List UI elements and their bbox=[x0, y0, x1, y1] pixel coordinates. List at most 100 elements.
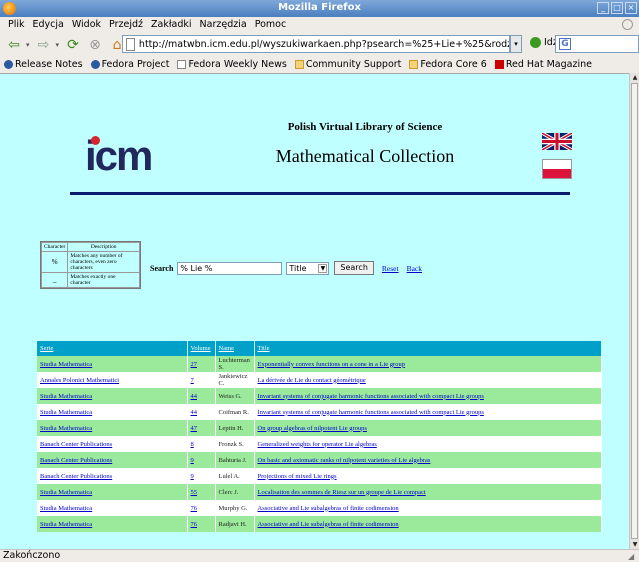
serie-link[interactable]: Studia Mathematica bbox=[40, 425, 92, 432]
fedora-icon bbox=[90, 60, 100, 69]
reset-link[interactable]: Reset bbox=[382, 264, 399, 273]
title-link[interactable]: La dérivée de Lie du contact géométrique bbox=[258, 377, 366, 384]
bookmark-fedora-project[interactable]: Fedora Project bbox=[90, 59, 169, 70]
search-field-select[interactable]: Title ▼ bbox=[286, 261, 330, 275]
url-bar[interactable]: http://matwbn.icm.edu.pl/wyszukiwarkaen.… bbox=[122, 35, 510, 53]
scroll-down-icon[interactable]: ▼ bbox=[630, 540, 639, 549]
menu-view[interactable]: Widok bbox=[68, 17, 105, 33]
go-button[interactable]: Idź bbox=[530, 37, 558, 48]
table-cell: Banach Center Publications bbox=[37, 468, 188, 484]
back-link[interactable]: Back bbox=[407, 264, 422, 273]
bookmark-community-support[interactable]: Community Support bbox=[294, 59, 401, 70]
volume-link[interactable]: 44 bbox=[191, 409, 198, 416]
table-cell: Leptin H. bbox=[215, 420, 255, 436]
serie-link[interactable]: Banach Center Publications bbox=[40, 441, 112, 448]
column-header-volume[interactable]: Volume bbox=[187, 341, 216, 356]
scrollbar-thumb[interactable] bbox=[631, 83, 638, 539]
resize-grip-icon[interactable]: ◢ bbox=[628, 552, 637, 561]
table-cell: Associative and Lie subalgebras of finit… bbox=[254, 500, 602, 516]
column-header-title[interactable]: Title bbox=[254, 341, 602, 356]
table-cell: Clerc J. bbox=[215, 484, 255, 500]
table-row: Banach Center Publications 9 Bahturia J. On… bbox=[37, 452, 602, 468]
menu-tools[interactable]: Narzędzia bbox=[196, 17, 251, 33]
serie-link[interactable]: Studia Mathematica bbox=[40, 361, 92, 368]
serie-link[interactable]: Banach Center Publications bbox=[40, 457, 112, 464]
menu-go[interactable]: Przejdź bbox=[105, 17, 147, 33]
english-flag-icon[interactable] bbox=[542, 133, 572, 150]
go-icon bbox=[530, 37, 541, 48]
title-link[interactable]: Localisation des sommes de Riesz sur un … bbox=[258, 489, 426, 496]
column-header-name[interactable]: Name bbox=[215, 341, 255, 356]
table-cell: Jankiewicz C. bbox=[215, 372, 255, 388]
title-link[interactable]: Invariant systems of conjugate harmonic … bbox=[258, 393, 484, 400]
table-cell: Fronzk S. bbox=[215, 436, 255, 452]
table-cell: Bahturia J. bbox=[215, 452, 255, 468]
title-link[interactable]: Generalized weights for operator Lie alg… bbox=[258, 441, 377, 448]
menu-bookmarks[interactable]: Zakładki bbox=[147, 17, 196, 33]
bookmark-fedora-core-6[interactable]: Fedora Core 6 bbox=[409, 59, 487, 70]
menu-edit[interactable]: Edycja bbox=[29, 17, 68, 33]
volume-link[interactable]: 55 bbox=[191, 489, 198, 496]
page-icon bbox=[126, 37, 135, 51]
volume-link[interactable]: 9 bbox=[191, 457, 194, 464]
vertical-scrollbar[interactable]: ▲ ▼ bbox=[629, 73, 639, 549]
scroll-up-icon[interactable]: ▲ bbox=[630, 73, 639, 82]
minimize-button[interactable]: _ bbox=[597, 2, 609, 14]
title-link[interactable]: On group algebras of nilpotent Lie group… bbox=[258, 425, 367, 432]
polish-flag-icon[interactable] bbox=[542, 159, 572, 179]
menu-file[interactable]: Plik bbox=[4, 17, 29, 33]
volume-link[interactable]: 27 bbox=[191, 361, 198, 368]
search-button[interactable]: Search bbox=[334, 261, 374, 275]
serie-link[interactable]: Banach Center Publications bbox=[40, 473, 112, 480]
back-button[interactable]: ⇦ bbox=[4, 35, 24, 55]
search-input[interactable]: % Lie % bbox=[177, 261, 283, 275]
volume-link[interactable]: 76 bbox=[191, 505, 198, 512]
author-name: Weiss G. bbox=[218, 392, 242, 400]
stop-button[interactable]: ⊗ bbox=[85, 35, 105, 55]
title-link[interactable]: Exponentially convex functions on a cone… bbox=[258, 361, 405, 368]
table-row: Studia Mathematica 44 Weiss G. Invariant sy… bbox=[37, 388, 602, 404]
reload-button[interactable]: ⟳ bbox=[63, 35, 83, 55]
volume-link[interactable]: 7 bbox=[191, 377, 194, 384]
title-link[interactable]: Associative and Lie subalgebras of finit… bbox=[258, 505, 399, 512]
maximize-button[interactable]: □ bbox=[611, 2, 623, 14]
search-label: Search bbox=[150, 263, 174, 273]
legend-char: % bbox=[40, 251, 69, 273]
web-search-input[interactable]: G bbox=[555, 35, 639, 53]
volume-link[interactable]: 47 bbox=[191, 425, 198, 432]
icm-logo: icm bbox=[85, 132, 153, 179]
volume-link[interactable]: 8 bbox=[191, 441, 194, 448]
forward-button[interactable]: ⇨ bbox=[34, 35, 54, 55]
table-cell: Studia Mathematica bbox=[37, 404, 188, 420]
close-button[interactable]: × bbox=[625, 2, 637, 14]
table-cell: Luchterman S. bbox=[215, 356, 255, 372]
serie-link[interactable]: Studia Mathematica bbox=[40, 409, 92, 416]
bookmark-release-notes[interactable]: Release Notes bbox=[4, 59, 83, 70]
serie-link[interactable]: Studia Mathematica bbox=[40, 521, 92, 528]
table-cell: 7 bbox=[187, 372, 216, 388]
serie-link[interactable]: Studia Mathematica bbox=[40, 393, 92, 400]
title-link[interactable]: On basic and axiomatic ranks of nilpoten… bbox=[258, 457, 431, 464]
menu-help[interactable]: Pomoc bbox=[251, 17, 291, 33]
volume-link[interactable]: 44 bbox=[191, 393, 198, 400]
serie-link[interactable]: Annales Polonici Mathematici bbox=[40, 377, 119, 384]
serie-link[interactable]: Studia Mathematica bbox=[40, 505, 92, 512]
title-link[interactable]: Invariant systems of conjugate harmonic … bbox=[258, 409, 484, 416]
serie-link[interactable]: Studia Mathematica bbox=[40, 489, 92, 496]
column-header-serie[interactable]: Serie bbox=[37, 341, 188, 356]
bookmark-fedora-weekly-news[interactable]: Fedora Weekly News bbox=[177, 59, 287, 70]
bookmark-red-hat-magazine[interactable]: Red Hat Magazine bbox=[494, 59, 592, 70]
volume-link[interactable]: 76 bbox=[191, 521, 198, 528]
url-dropdown-button[interactable]: ▾ bbox=[510, 35, 522, 53]
back-dropdown-icon[interactable]: ▾ bbox=[26, 41, 30, 49]
volume-link[interactable]: 9 bbox=[191, 473, 194, 480]
table-cell: Murphy G. bbox=[215, 500, 255, 516]
url-text[interactable]: http://matwbn.icm.edu.pl/wyszukiwarkaen.… bbox=[139, 39, 509, 50]
table-cell: 76 bbox=[187, 500, 216, 516]
table-cell: Studia Mathematica bbox=[37, 500, 188, 516]
author-name: Clerc J. bbox=[218, 488, 239, 496]
title-link[interactable]: Associative and Lie subalgebras of finit… bbox=[258, 521, 399, 528]
forward-dropdown-icon[interactable]: ▾ bbox=[56, 41, 60, 49]
google-icon[interactable]: G bbox=[559, 38, 571, 50]
title-link[interactable]: Projections of mixed Lie rings bbox=[258, 473, 337, 480]
